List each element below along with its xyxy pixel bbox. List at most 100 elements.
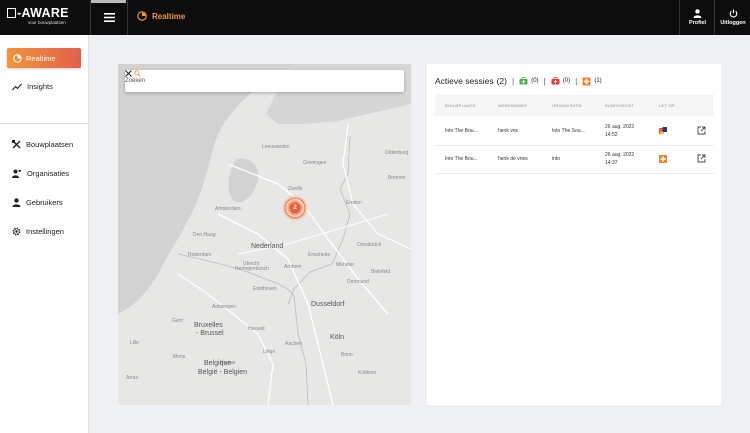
map-label: Emden: [346, 200, 362, 206]
sidebar-item-organisaties[interactable]: Organisaties: [12, 169, 69, 178]
map-label: Dortmund: [347, 279, 369, 285]
map-label: Enschede: [308, 252, 331, 258]
cell-werknemer: henk de vries: [498, 156, 528, 162]
tools-icon: [12, 140, 21, 149]
sidebar: Realtime Insights Bouwplaatsen Organisat…: [0, 35, 89, 433]
sidebar-item-gebruikers[interactable]: Gebruikers: [12, 198, 63, 207]
cell-werknemer: henk vos: [498, 128, 519, 134]
logo-text: -AWARE: [17, 6, 69, 20]
cluster-count: 2: [293, 205, 297, 211]
sidebar-divider: [0, 123, 88, 124]
first-aid-red-icon: [551, 77, 560, 85]
map-label: Köln: [330, 334, 345, 341]
map-label: Arras: [126, 375, 138, 381]
page-title-text: Realtime: [152, 11, 186, 21]
map-label: Hasselt: [248, 326, 265, 332]
map-label: Bonn: [341, 352, 353, 358]
first-aid-green-icon: [519, 77, 528, 85]
page-title: Realtime: [137, 11, 185, 21]
sidebar-item-label: Gebruikers: [26, 198, 63, 207]
logo[interactable]: -AWARE voor bouwplaatsen: [7, 6, 69, 25]
column-header-bouwplaats[interactable]: BOUWPLAATS: [445, 103, 476, 108]
sidebar-item-instellingen[interactable]: Instellingen: [12, 227, 64, 236]
map-label: Rotterdam: [188, 252, 212, 258]
map-label: Zwolle: [288, 186, 303, 192]
hamburger-icon: [103, 13, 115, 22]
map-label: Liège: [263, 349, 276, 355]
search-input[interactable]: Zoeken: [125, 78, 404, 84]
map-label: Hertogenbosch: [235, 266, 269, 272]
map-label: Lille: [130, 340, 139, 346]
cell-time: 14:37: [605, 160, 618, 166]
separator: |: [575, 76, 578, 86]
user-icon: [12, 198, 21, 207]
map-label: Eindhoven: [253, 286, 277, 292]
profile-label: Profiel: [688, 20, 707, 26]
map-label: Groningen: [303, 160, 327, 166]
first-aid-orange-icon: [582, 77, 591, 85]
map-label: Osnabrück: [357, 242, 382, 248]
trend-icon: [12, 83, 22, 90]
logout-button[interactable]: Uitloggen: [714, 0, 750, 35]
map-label: Gent: [172, 318, 183, 324]
sidebar-item-label: Organisaties: [27, 169, 70, 178]
open-external-icon[interactable]: [697, 154, 706, 163]
sidebar-item-label: Instellingen: [26, 227, 64, 236]
menu-toggle-button[interactable]: [90, 0, 128, 35]
column-header-ingecheckt[interactable]: INGECHECKT: [605, 103, 634, 108]
column-header-organisatie[interactable]: ORGANISATIE: [552, 103, 582, 108]
profile-button[interactable]: Profiel: [679, 0, 715, 35]
map-label: Bremen: [388, 175, 406, 181]
badge-count-green: (0): [531, 78, 539, 84]
sessions-count: (2): [496, 76, 507, 86]
column-header-let-op[interactable]: LET OP: [659, 103, 675, 108]
map-label: Bielefeld: [371, 269, 391, 275]
map-label: Aachen: [285, 341, 302, 347]
badge-count-red: (0): [562, 78, 571, 84]
logout-label: Uitloggen: [720, 20, 746, 26]
cell-organisatie: into: [552, 156, 561, 162]
sessions-header: Actieve sessies (2) | (0) | (0) | (1): [435, 76, 602, 86]
map-label: Den Haag: [193, 232, 216, 238]
map-label: Amsterdam: [215, 206, 241, 212]
cell-bouwplaats: Into The Bou...: [445, 128, 478, 134]
map-label: Münster: [336, 262, 355, 268]
map-label: Nederland: [251, 243, 284, 250]
sessions-card: Actieve sessies (2) | (0) | (0) | (1) BO…: [427, 64, 721, 405]
cell-bouwplaats: Into The Bou...: [445, 156, 478, 162]
map-label: Bruxelles: [194, 322, 223, 329]
cell-time: 14:52: [605, 132, 618, 138]
open-external-icon[interactable]: [697, 126, 706, 135]
map-label: Arnhem: [284, 264, 302, 270]
person-icon: [693, 9, 702, 18]
table-row[interactable]: Into The Bou... henk de vries into 26 au…: [435, 146, 714, 174]
map-search-bar[interactable]: Zoeken: [125, 70, 404, 92]
separator: |: [543, 76, 546, 86]
gear-icon: [12, 227, 21, 236]
medal-icon: [659, 127, 667, 135]
sidebar-item-insights[interactable]: Insights: [12, 82, 53, 91]
sidebar-item-bouwplaatsen[interactable]: Bouwplaatsen: [12, 140, 73, 149]
map-label: Oldenburg: [385, 150, 409, 156]
top-bar: -AWARE voor bouwplaatsen Realtime Profie…: [0, 0, 750, 35]
column-header-werknemer[interactable]: WERKNEMER: [498, 103, 527, 108]
sidebar-item-label: Bouwplaatsen: [26, 140, 74, 149]
table-row[interactable]: Into The Bou... henk vos Into The Sou...…: [435, 118, 714, 146]
separator: |: [511, 76, 515, 86]
sidebar-item-realtime[interactable]: Realtime: [7, 48, 81, 68]
map-label: Koblenz: [358, 370, 377, 376]
org-icon: [12, 169, 21, 178]
map-cluster-marker[interactable]: 2: [282, 195, 308, 221]
sidebar-item-label: Realtime: [26, 53, 56, 63]
map-label: Mons: [173, 354, 186, 360]
close-icon[interactable]: [125, 70, 132, 77]
sidebar-item-label: Insights: [27, 82, 53, 91]
map-label: België - Belgien: [198, 369, 248, 376]
map-label: Leeuwarden: [262, 144, 290, 150]
map-label: Dusseldorf: [311, 301, 345, 308]
table-header: BOUWPLAATS WERKNEMER ORGANISATIE INGECHE…: [435, 94, 714, 116]
map-label: Antwerpen: [212, 304, 236, 310]
map-label: - Brussel: [196, 330, 224, 337]
map-label: Belgique -: [204, 360, 236, 367]
map-panel[interactable]: Zoeken Leeuwarden Groningen Oldenburg Br…: [118, 64, 411, 405]
